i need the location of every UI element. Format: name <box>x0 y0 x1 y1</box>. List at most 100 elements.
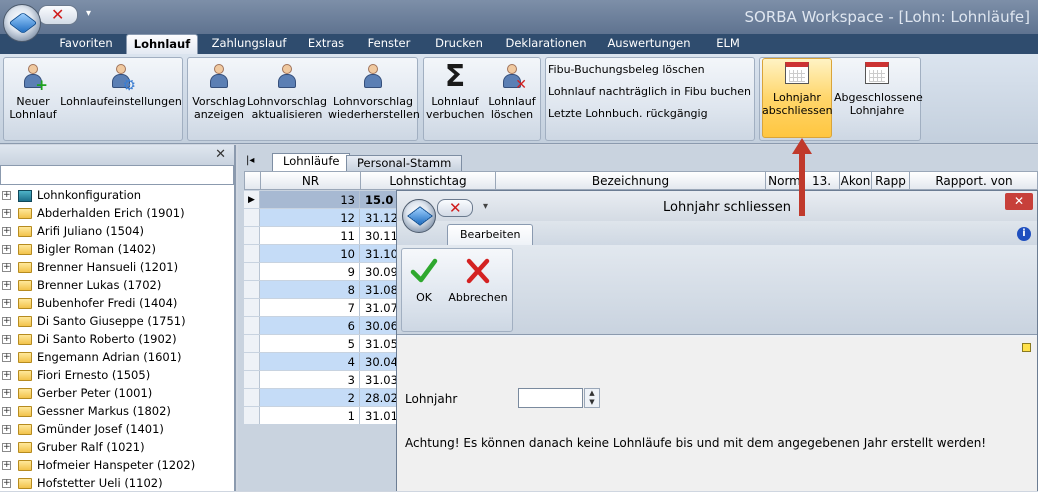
quick-access-more-icon[interactable]: ▾ <box>86 8 91 19</box>
expand-icon[interactable]: + <box>2 209 11 218</box>
abgeschlossene-lohnjahre-button[interactable]: Abgeschlossene Lohnjahre <box>834 58 923 117</box>
tab-lohnlaeufe[interactable]: Lohnläufe <box>272 153 351 171</box>
dialog-close-button[interactable]: ✕ <box>1005 193 1033 210</box>
tree-item-employee[interactable]: + Gruber Ralf (1021) <box>2 438 145 456</box>
row-selector[interactable] <box>244 281 260 298</box>
expand-icon[interactable]: + <box>2 479 11 488</box>
neuer-lohnlauf-button[interactable]: + Neuer Lohnlauf <box>8 62 58 121</box>
dialog-quick-access-more-icon[interactable]: ▾ <box>483 201 488 212</box>
col-lohnstichtag[interactable]: Lohnstichtag <box>361 172 496 190</box>
table-row[interactable]: 8 31.08 <box>244 281 398 299</box>
tree-item-employee[interactable]: + Bubenhofer Fredi (1404) <box>2 294 177 312</box>
tree-item-employee[interactable]: + Di Santo Roberto (1902) <box>2 330 177 348</box>
tab-zahlungslauf[interactable]: Zahlungslauf <box>204 34 294 54</box>
lohnbuch-rueckgaengig-link[interactable]: Letzte Lohnbuch. rückgängig <box>548 107 708 120</box>
col-nr[interactable]: NR <box>261 172 361 190</box>
table-row[interactable]: 2 28.02 <box>244 389 398 407</box>
row-selector[interactable]: ▶ <box>244 191 260 208</box>
expand-icon[interactable]: + <box>2 371 11 380</box>
expand-icon[interactable]: + <box>2 443 11 452</box>
fibu-nachtraeglich-buchen-link[interactable]: Lohnlauf nachträglich in Fibu buchen <box>548 85 751 98</box>
table-row[interactable]: 3 31.03 <box>244 371 398 389</box>
tree-item-config[interactable]: + Lohnkonfiguration <box>2 186 141 204</box>
lohnlauf-loeschen-button[interactable]: ✕ Lohnlauf löschen <box>484 62 540 121</box>
app-orb-button[interactable] <box>3 4 41 42</box>
fibu-beleg-loeschen-link[interactable]: Fibu-Buchungsbeleg löschen <box>548 63 705 76</box>
col-rapp[interactable]: Rapp <box>872 172 910 190</box>
row-selector[interactable] <box>244 335 260 352</box>
table-row[interactable]: 7 31.07 <box>244 299 398 317</box>
tree-item-employee[interactable]: + Engemann Adrian (1601) <box>2 348 182 366</box>
dialog-orb-button[interactable] <box>402 199 436 233</box>
expand-icon[interactable]: + <box>2 263 11 272</box>
tab-extras[interactable]: Extras <box>298 34 354 54</box>
tree-item-employee[interactable]: + Hofstetter Ueli (1102) <box>2 474 163 492</box>
tree-item-employee[interactable]: + Gessner Markus (1802) <box>2 402 171 420</box>
tab-personal-stamm[interactable]: Personal-Stamm <box>346 155 463 171</box>
table-row[interactable]: 4 30.04 <box>244 353 398 371</box>
tree-item-employee[interactable]: + Bigler Roman (1402) <box>2 240 156 258</box>
tab-elm[interactable]: ELM <box>704 34 752 54</box>
tab-favoriten[interactable]: Favoriten <box>50 34 122 54</box>
row-selector[interactable] <box>244 317 260 334</box>
lohnvorschlag-wiederherstellen-button[interactable]: Lohnvorschlag wiederherstellen <box>328 62 420 121</box>
first-record-icon[interactable]: |◂ <box>246 155 254 166</box>
tab-deklarationen[interactable]: Deklarationen <box>498 34 594 54</box>
close-x-icon[interactable]: ✕ <box>51 6 64 24</box>
lohnjahr-abschliessen-button[interactable]: Lohnjahr abschliessen <box>762 58 833 117</box>
expand-icon[interactable]: + <box>2 227 11 236</box>
pin-icon[interactable] <box>1022 343 1031 352</box>
lohnjahr-spinner[interactable]: ▲ ▼ <box>584 388 600 408</box>
row-selector[interactable] <box>244 263 260 280</box>
tree-item-employee[interactable]: + Gerber Peter (1001) <box>2 384 152 402</box>
row-selector[interactable] <box>244 407 260 424</box>
ok-button[interactable]: OK <box>408 257 440 304</box>
table-row[interactable]: 10 31.10 <box>244 245 398 263</box>
row-selector[interactable] <box>244 245 260 262</box>
tree-item-employee[interactable]: + Fiori Ernesto (1505) <box>2 366 150 384</box>
table-row[interactable]: 9 30.09 <box>244 263 398 281</box>
dialog-quick-access[interactable]: ✕ <box>437 199 473 217</box>
row-selector[interactable] <box>244 299 260 316</box>
expand-icon[interactable]: + <box>2 389 11 398</box>
tab-fenster[interactable]: Fenster <box>358 34 420 54</box>
row-selector[interactable] <box>244 371 260 388</box>
col-rapport-von[interactable]: Rapport. von <box>910 172 1038 190</box>
tab-drucken[interactable]: Drucken <box>426 34 492 54</box>
table-row[interactable]: 1 31.01 <box>244 407 398 425</box>
row-selector[interactable] <box>244 227 260 244</box>
table-row[interactable]: 5 31.05 <box>244 335 398 353</box>
abbrechen-button[interactable]: Abbrechen <box>446 257 510 304</box>
close-x-icon[interactable]: ✕ <box>449 199 462 217</box>
lohnlauf-verbuchen-button[interactable]: Σ Lohnlauf verbuchen <box>426 62 485 121</box>
table-row[interactable]: ▶ 13 15.0 <box>244 191 398 209</box>
table-row[interactable]: 6 30.06 <box>244 317 398 335</box>
tree-search-input[interactable] <box>0 165 234 185</box>
expand-icon[interactable]: + <box>2 281 11 290</box>
row-selector[interactable] <box>244 353 260 370</box>
lohnlaufeinstellungen-button[interactable]: ⚙ Lohnlaufeinstellungen <box>60 62 182 109</box>
tree-item-employee[interactable]: + Hofmeier Hanspeter (1202) <box>2 456 195 474</box>
tab-lohnlauf[interactable]: Lohnlauf <box>126 34 198 55</box>
tree-item-employee[interactable]: + Abderhalden Erich (1901) <box>2 204 185 222</box>
tree-item-employee[interactable]: + Brenner Hansueli (1201) <box>2 258 178 276</box>
lohnjahr-input[interactable] <box>518 388 583 408</box>
tree-item-employee[interactable]: + Arifi Juliano (1504) <box>2 222 144 240</box>
tree-item-employee[interactable]: + Di Santo Giuseppe (1751) <box>2 312 186 330</box>
quick-access-toolbar[interactable]: ✕ <box>38 5 78 25</box>
tab-auswertungen[interactable]: Auswertungen <box>600 34 698 54</box>
row-selector[interactable] <box>244 389 260 406</box>
expand-icon[interactable]: + <box>2 191 11 200</box>
info-icon[interactable]: i <box>1017 227 1031 241</box>
lohnvorschlag-aktualisieren-button[interactable]: Lohnvorschlag aktualisieren <box>246 62 328 121</box>
row-selector[interactable] <box>244 209 260 226</box>
table-row[interactable]: 11 30.11 <box>244 227 398 245</box>
close-icon[interactable]: ✕ <box>215 147 226 162</box>
col-akon[interactable]: Akon <box>840 172 872 190</box>
expand-icon[interactable]: + <box>2 407 11 416</box>
expand-icon[interactable]: + <box>2 317 11 326</box>
expand-icon[interactable]: + <box>2 461 11 470</box>
expand-icon[interactable]: + <box>2 353 11 362</box>
col-bezeichnung[interactable]: Bezeichnung <box>496 172 766 190</box>
expand-icon[interactable]: + <box>2 299 11 308</box>
